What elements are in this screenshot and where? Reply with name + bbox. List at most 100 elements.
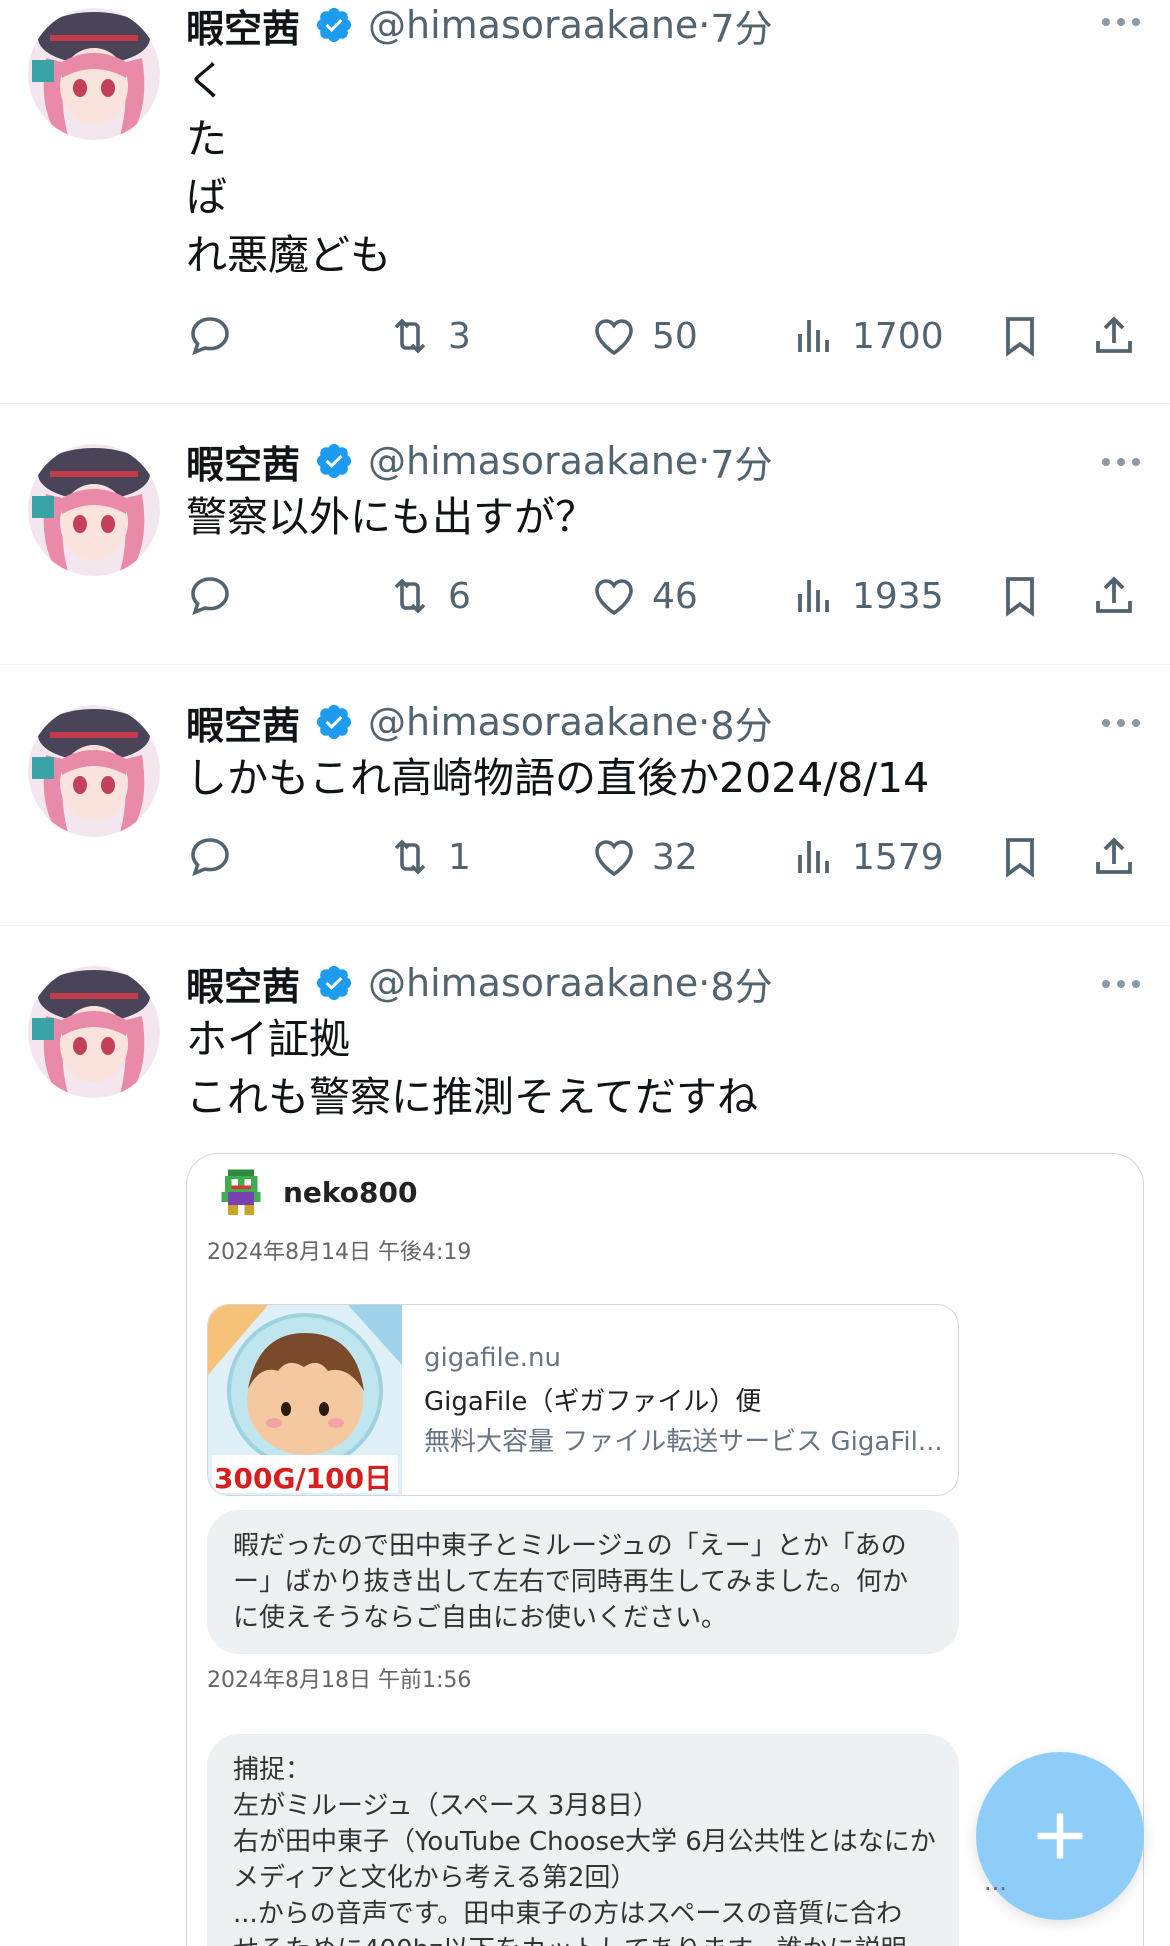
separator-dot: ·	[698, 700, 711, 744]
share-button[interactable]	[1090, 827, 1138, 887]
tweet-text: 警察以外にも出すが？	[186, 493, 596, 541]
reply-icon	[191, 838, 229, 877]
more-options-icon[interactable]	[1102, 18, 1140, 26]
message-line: メディアと文化から考える第2回）	[233, 1863, 637, 1893]
handle[interactable]: @himasoraakane	[368, 439, 698, 483]
handle[interactable]: @himasoraakane	[368, 961, 698, 1005]
retweet-button[interactable]: 3	[386, 306, 471, 366]
bookmark-button[interactable]	[996, 306, 1044, 366]
message-line: 左がミルージュ（スペース 3月8日）	[233, 1791, 659, 1821]
more-options-icon[interactable]	[1102, 719, 1140, 727]
heart-icon	[595, 319, 633, 356]
avatar[interactable]	[28, 966, 160, 1098]
embed-user: neko800	[215, 1166, 417, 1218]
handle[interactable]: @himasoraakane	[368, 3, 698, 47]
separator-dot: ·	[698, 439, 711, 483]
avatar[interactable]	[28, 8, 160, 140]
display-name[interactable]: 暇空茜	[186, 956, 300, 1011]
action-bar: 3 50 1700	[186, 306, 1146, 366]
share-icon	[1096, 837, 1132, 874]
retweet-icon	[394, 318, 426, 354]
retweet-button[interactable]: 1	[386, 827, 471, 887]
bookmark-icon	[1006, 577, 1034, 617]
retweet-count: 1	[448, 836, 471, 878]
share-icon	[1096, 316, 1132, 353]
display-name[interactable]: 暇空茜	[186, 434, 300, 489]
view-count: 1700	[852, 315, 944, 357]
like-count: 50	[652, 315, 698, 357]
action-bar: 1 32 1579	[186, 827, 1146, 887]
share-button[interactable]	[1090, 566, 1138, 626]
action-bar: 6 46 1935	[186, 566, 1146, 626]
embed-username: neko800	[283, 1175, 418, 1209]
like-button[interactable]: 50	[590, 306, 698, 366]
retweet-icon	[394, 839, 426, 875]
verified-badge-icon	[316, 965, 352, 1001]
tweet[interactable]: 暇空茜 @himasoraakane · 8分 しかもこれ高崎物語の直後か202…	[0, 665, 1170, 926]
views-icon	[798, 841, 829, 873]
heart-icon	[595, 840, 633, 877]
verified-badge-icon	[316, 443, 352, 479]
reply-button[interactable]	[186, 827, 234, 887]
message-bubble: 暇だったので田中東子とミルージュの「えー」とか「あの ー」ばかり抜き出して左右で…	[207, 1510, 959, 1654]
bookmark-icon	[1006, 838, 1034, 878]
timestamp[interactable]: 8分	[710, 695, 772, 750]
retweet-icon	[394, 578, 426, 614]
like-button[interactable]: 46	[590, 566, 698, 626]
timestamp[interactable]: 8分	[710, 956, 772, 1011]
reply-icon	[191, 577, 229, 616]
message-line: に使えそうならご自由にお使いください。	[233, 1603, 728, 1633]
overflow-dots: ...	[984, 1868, 1007, 1896]
retweet-count: 3	[448, 315, 471, 357]
separator-dot: ·	[698, 3, 711, 47]
avatar[interactable]	[28, 444, 160, 576]
heart-icon	[595, 579, 633, 616]
thumbnail-label: 300G/100日	[214, 1462, 393, 1495]
timestamp[interactable]: 7分	[710, 0, 772, 53]
message-line: 捕捉：	[233, 1755, 312, 1785]
reply-button[interactable]	[186, 306, 234, 366]
avatar[interactable]	[28, 705, 160, 837]
retweet-button[interactable]: 6	[386, 566, 471, 626]
timestamp[interactable]: 7分	[710, 434, 772, 489]
bookmark-button[interactable]	[996, 566, 1044, 626]
user-pixel-icon	[221, 1169, 261, 1215]
view-count: 1579	[852, 836, 944, 878]
link-preview-card[interactable]: 300G/100日 gigafile.nu GigaFile（ギガファイル）便 …	[207, 1304, 959, 1496]
tweet[interactable]: 暇空茜 @himasoraakane · 7分 警察以外にも出すが？ 6 46 …	[0, 404, 1170, 665]
tweet-text: しかもこれ高崎物語の直後か2024/8/14	[186, 754, 930, 802]
embed-date: 2024年8月18日 午前1:56	[207, 1668, 472, 1693]
message-line: せるために400hz以下をカットしてあります。誰かに説明	[233, 1932, 933, 1946]
verified-badge-icon	[316, 7, 352, 43]
view-count: 1935	[852, 575, 944, 617]
message-line: ...からの音声です。田中東子の方はスペースの音質に合わ	[233, 1899, 903, 1929]
reply-button[interactable]	[186, 566, 234, 626]
tweet-text: ホイ証拠 これも警察に推測そえてだすね	[186, 1015, 758, 1121]
display-name[interactable]: 暇空茜	[186, 695, 300, 750]
reply-icon	[191, 317, 229, 356]
like-count: 32	[652, 836, 698, 878]
views-button[interactable]: 1700	[790, 306, 944, 366]
message-line: 暇だったので田中東子とミルージュの「えー」とか「あの	[233, 1531, 907, 1561]
tweet[interactable]: 暇空茜 @himasoraakane · 7分 く た ば れ悪魔ども 3 50…	[0, 0, 1170, 404]
views-button[interactable]: 1579	[790, 827, 944, 887]
views-icon	[798, 580, 829, 612]
bookmark-button[interactable]	[996, 827, 1044, 887]
like-button[interactable]: 32	[590, 827, 698, 887]
more-options-icon[interactable]	[1102, 458, 1140, 466]
display-name[interactable]: 暇空茜	[186, 0, 300, 53]
link-domain: gigafile.nu	[424, 1343, 561, 1373]
share-button[interactable]	[1090, 306, 1138, 366]
embed-date: 2024年8月14日 午後4:19	[207, 1240, 472, 1265]
share-icon	[1096, 576, 1132, 613]
separator-dot: ·	[698, 961, 711, 1005]
verified-badge-icon	[316, 704, 352, 740]
handle[interactable]: @himasoraakane	[368, 700, 698, 744]
tweet-text: く た ば れ悪魔ども	[186, 57, 391, 279]
views-button[interactable]: 1935	[790, 566, 944, 626]
views-icon	[798, 320, 829, 352]
message-bubble: 捕捉： 左がミルージュ（スペース 3月8日） 右が田中東子（YouTube Ch…	[207, 1734, 959, 1946]
message-line: 右が田中東子（YouTube Choose大学 6月公共性とはなにか	[233, 1827, 936, 1857]
like-count: 46	[652, 575, 698, 617]
more-options-icon[interactable]	[1102, 980, 1140, 988]
